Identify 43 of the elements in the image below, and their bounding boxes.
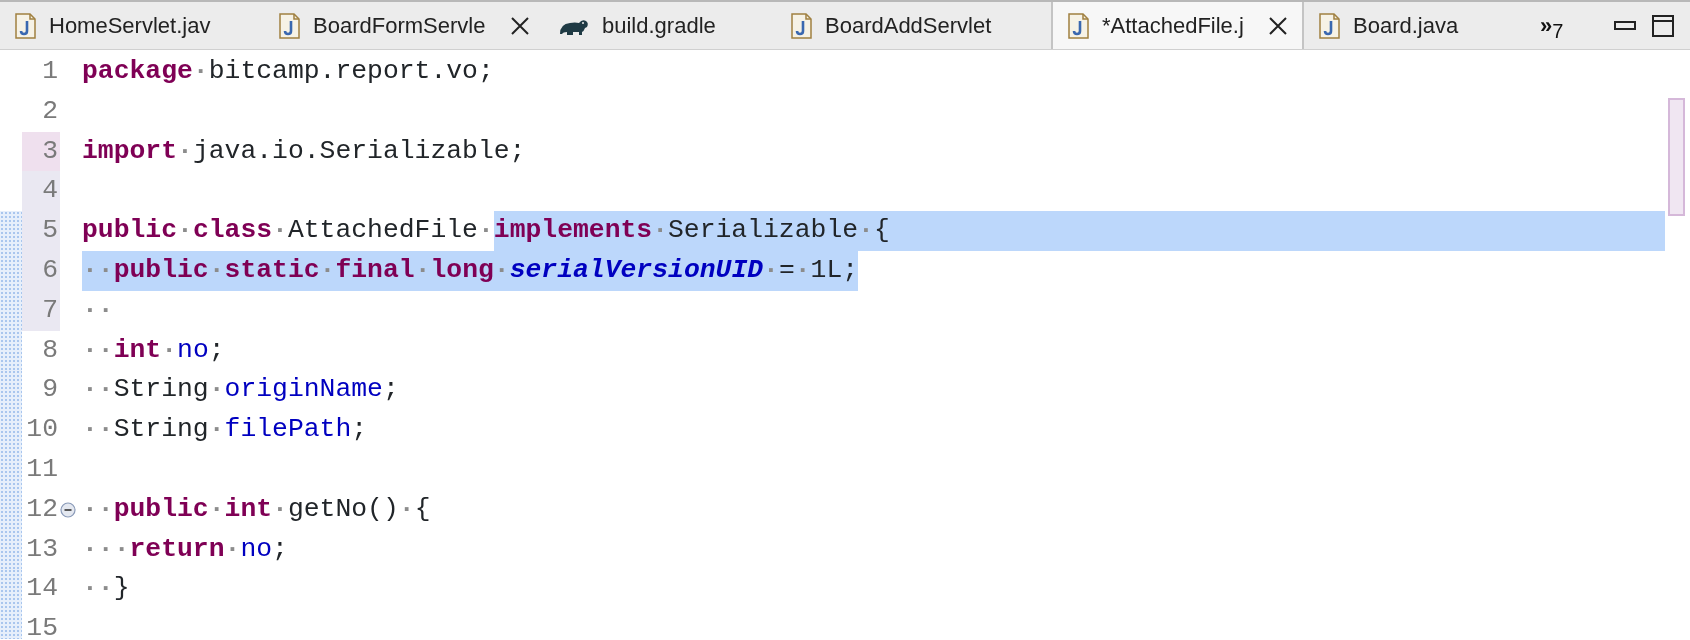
code-line: ··public·static·final·long·serialVersionUID·=·1L; <box>82 251 859 291</box>
line-number: 11 <box>25 453 59 487</box>
close-button[interactable] <box>1268 15 1288 36</box>
line-number: 10 <box>25 413 59 447</box>
file-icon <box>14 12 37 39</box>
close-button[interactable] <box>510 15 530 36</box>
file-icon <box>1318 12 1341 39</box>
line-number: 14 <box>25 572 59 606</box>
line-number: 15 <box>25 612 59 639</box>
editor-tab[interactable]: Board.java <box>1304 2 1510 49</box>
code-line: ·· <box>82 293 114 327</box>
line-number: 2 <box>41 94 59 128</box>
code-line: ··int·no; <box>82 333 225 367</box>
collapse-icon[interactable] <box>60 501 76 518</box>
line-number: 6 <box>22 251 60 291</box>
line-number: 5 <box>22 211 60 251</box>
line-number: 7 <box>22 290 60 331</box>
line-number: 8 <box>41 333 59 367</box>
code-line: ··} <box>82 572 130 606</box>
maximize-icon <box>1652 14 1674 37</box>
line-number: 9 <box>41 373 59 407</box>
file-icon <box>790 12 813 39</box>
editor-tab[interactable]: BoardFormServle <box>264 2 544 49</box>
code-line: ··String·filePath; <box>82 413 368 447</box>
code-line: ···return·no; <box>82 532 288 566</box>
line-number: 1 <box>41 55 59 89</box>
file-icon <box>1067 12 1090 39</box>
line-number: 13 <box>25 532 59 566</box>
editor-tab[interactable]: build.gradle <box>544 2 776 49</box>
editor-tab[interactable]: HomeServlet.jav <box>0 2 264 49</box>
code-line: import·java.io.Serializable; <box>82 134 526 168</box>
close-icon <box>510 15 530 36</box>
code-line: ··String·originName; <box>82 373 399 407</box>
line-number: 12 <box>25 492 59 526</box>
editor-tab[interactable]: BoardAddServlet <box>776 2 1051 49</box>
line-number: 3 <box>22 131 60 172</box>
code-line: package·bitcamp.report.vo; <box>82 55 494 89</box>
editor-tab[interactable]: *AttachedFile.j <box>1051 2 1304 49</box>
line-number: 4 <box>22 171 60 212</box>
code-line: ··public·int·getNo()·{ <box>82 492 431 526</box>
close-icon <box>1268 15 1288 36</box>
code-line: public·class·AttachedFile·implements·Serializable·{ <box>82 211 890 251</box>
file-icon <box>278 12 301 39</box>
